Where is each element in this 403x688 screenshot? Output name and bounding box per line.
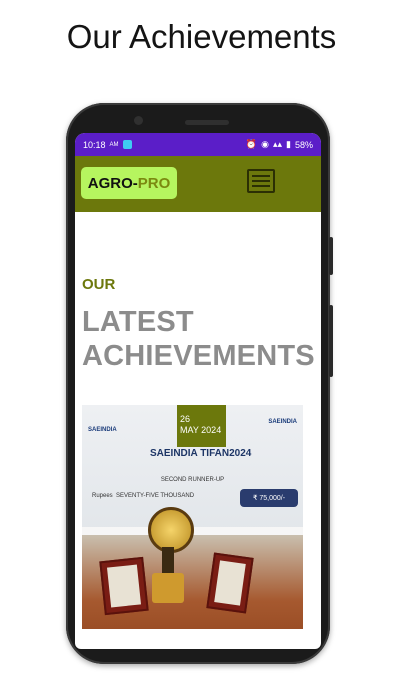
app-header: AGRO - PRO xyxy=(75,156,321,212)
date-badge: 26 MAY 2024 xyxy=(177,405,226,447)
section-title: LATEST ACHIEVEMENTS xyxy=(82,305,315,373)
section-eyebrow: OUR xyxy=(82,276,116,293)
section-title-line2: ACHIEVEMENTS xyxy=(82,340,315,372)
menu-line xyxy=(252,180,270,182)
date-month-year: MAY 2024 xyxy=(180,425,222,435)
alarm-icon: ⏰ xyxy=(245,139,258,149)
page-heading: Our Achievements xyxy=(66,18,337,55)
rupees-words: SEVENTY-FIVE THOUSAND xyxy=(116,493,195,499)
status-left: 10:18 AM xyxy=(83,140,132,150)
battery-icon: ▮ xyxy=(286,139,291,149)
earpiece-speaker xyxy=(185,120,229,125)
status-right: ⏰ ◉ ▴▴ ▮ 58% xyxy=(246,139,313,150)
certificate-frame-right xyxy=(206,552,254,614)
banner-logo-left: SAEINDIA xyxy=(88,427,117,433)
banner-title: SAEINDIA TIFAN2024 xyxy=(150,448,252,459)
trophy-stem xyxy=(162,547,174,575)
agro-pro-logo[interactable]: AGRO - PRO xyxy=(81,167,177,199)
battery-level: 58% xyxy=(294,139,313,150)
phone-volume-button xyxy=(329,305,333,377)
logo-text-pro: PRO xyxy=(137,174,171,192)
phone-side-button xyxy=(329,237,333,275)
trophy-base xyxy=(152,573,184,603)
certificate-frame-left xyxy=(99,556,149,616)
app-screen: 10:18 AM ⏰ ◉ ▴▴ ▮ 58% AGRO - PRO OUR LATES… xyxy=(75,133,321,649)
notification-app-icon xyxy=(122,140,132,149)
menu-line xyxy=(252,185,270,187)
award-amount: ₹ 75,000/- xyxy=(240,489,298,507)
award-runner-up: SECOND RUNNER-UP xyxy=(160,477,225,483)
logo-text-agro: AGRO xyxy=(87,174,133,192)
menu-line xyxy=(252,175,270,177)
signal-icon: ▴▴ xyxy=(272,139,283,149)
rupees-label: Rupees xyxy=(92,493,113,499)
status-time: 10:18 xyxy=(83,139,106,150)
date-day: 26 xyxy=(180,414,191,424)
banner-logo-right: SAEINDIA xyxy=(268,419,297,425)
front-camera xyxy=(134,116,143,125)
hamburger-menu-icon[interactable] xyxy=(247,169,275,193)
achievement-photo[interactable]: SAEINDIA SAEINDIA SAEINDIA TIFAN2024 SEC… xyxy=(82,405,303,629)
status-ampm: AM xyxy=(109,141,119,148)
eye-icon: ◉ xyxy=(261,139,269,149)
section-title-line1: LATEST xyxy=(82,306,194,338)
award-rupees-row: Rupees SEVENTY-FIVE THOUSAND xyxy=(92,493,194,499)
status-bar: 10:18 AM ⏰ ◉ ▴▴ ▮ 58% xyxy=(75,133,321,156)
